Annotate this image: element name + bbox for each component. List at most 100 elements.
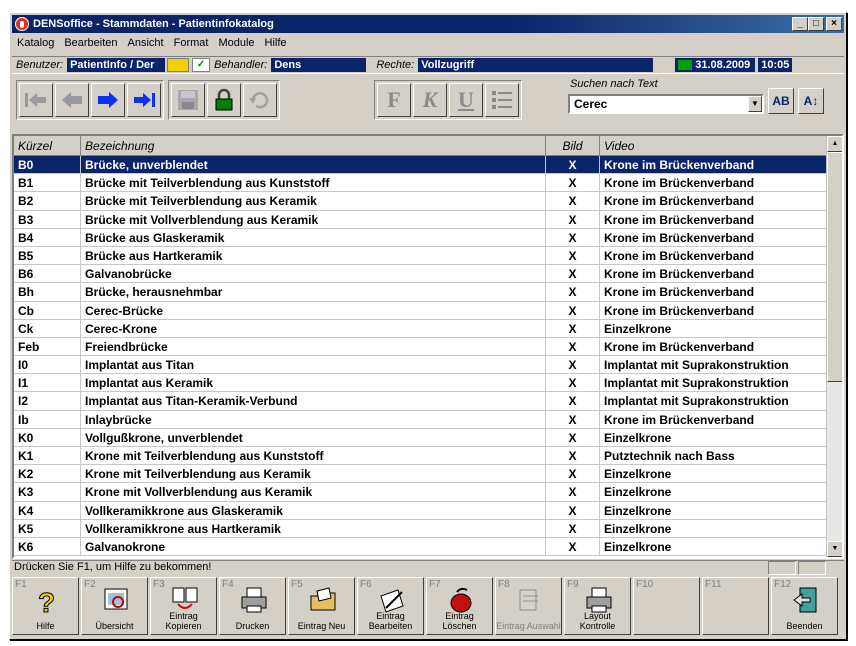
- fkey-f4[interactable]: F4 Drucken: [219, 577, 286, 635]
- cell-video: Einzelkrone: [600, 483, 830, 501]
- cell-bezeichnung: Krone mit Teilverblendung aus Keramik: [81, 465, 546, 483]
- list-button[interactable]: [485, 83, 519, 117]
- table-row[interactable]: Ib Inlaybrücke X Krone im Brückenverband: [14, 410, 842, 429]
- table-row[interactable]: K1 Krone mit Teilverblendung aus Kunststo…: [14, 447, 842, 466]
- menu-hilfe[interactable]: Hilfe: [260, 37, 292, 49]
- minimize-button[interactable]: _: [792, 17, 808, 31]
- close-button[interactable]: ×: [826, 17, 842, 31]
- fkey-f2[interactable]: F2 Übersicht: [81, 577, 148, 635]
- column-header-kuerzel[interactable]: Kürzel: [14, 136, 81, 156]
- status-bar: Drücken Sie F1, um Hilfe zu bekommen!: [12, 560, 844, 575]
- checklist-icon[interactable]: ✓: [192, 58, 211, 72]
- table-row[interactable]: Bh Brücke, herausnehmbar X Krone im Brücken…: [14, 283, 842, 302]
- table-row[interactable]: B4 Brücke aus Glaskeramik X Krone im Brücke…: [14, 228, 842, 247]
- fkey-f12[interactable]: F12 Beenden: [771, 577, 838, 635]
- fkey-number: F11: [705, 579, 722, 590]
- title-bar: DENSoffice - Stammdaten - Patientinfokat…: [12, 15, 844, 33]
- menu-katalog[interactable]: Katalog: [12, 37, 59, 49]
- fkey-f10[interactable]: F10: [633, 577, 700, 635]
- cell-kuerzel: Feb: [14, 337, 81, 356]
- format-group: F K U: [374, 80, 522, 120]
- fkey-f1[interactable]: F1? Hilfe: [12, 577, 79, 635]
- search-text-icon: AB: [772, 94, 790, 108]
- search-dropdown-button[interactable]: ▼: [748, 96, 762, 112]
- cell-bezeichnung: Cerec-Krone: [81, 319, 546, 337]
- table-row[interactable]: I2 Implantat aus Titan-Keramik-Verbund X Im…: [14, 392, 842, 411]
- search-input[interactable]: Cerec ▼: [568, 94, 764, 114]
- cell-bezeichnung: Brücke aus Glaskeramik: [81, 228, 546, 246]
- fkey-f3[interactable]: F3 Eintrag Kopieren: [150, 577, 217, 635]
- table-row[interactable]: Feb Freiendbrücke X Krone im Brückenverband: [14, 337, 842, 357]
- fkey-f7[interactable]: F7 Eintrag Löschen: [426, 577, 493, 635]
- next-record-button[interactable]: [91, 83, 125, 117]
- last-record-button[interactable]: [127, 83, 161, 117]
- fkey-f6[interactable]: F6 Eintrag Bearbeiten: [357, 577, 424, 635]
- table-row[interactable]: I1 Implantat aus Keramik X Implantat mit Su…: [14, 374, 842, 393]
- fkey-f8[interactable]: F8 Eintrag Auswahl: [495, 577, 562, 635]
- table-row[interactable]: B5 Brücke aus Hartkeramik X Krone im Brücke…: [14, 246, 842, 266]
- cell-bild: X: [546, 156, 600, 174]
- cell-kuerzel: I0: [14, 356, 81, 374]
- column-header-bild[interactable]: Bild: [546, 136, 600, 156]
- table-row[interactable]: K2 Krone mit Teilverblendung aus Keramik X…: [14, 465, 842, 484]
- fkey-f11[interactable]: F11: [702, 577, 769, 635]
- table-row[interactable]: K5 Vollkeramikkrone aus Hartkeramik X Einze…: [14, 519, 842, 538]
- fkey-f5[interactable]: F5 Eintrag Neu: [288, 577, 355, 635]
- table-row[interactable]: I0 Implantat aus Titan X Implantat mit Supr…: [14, 356, 842, 375]
- sort-button[interactable]: A↕: [798, 88, 824, 114]
- table-row[interactable]: K0 Vollgußkrone, unverblendet X Einzelkrone: [14, 428, 842, 447]
- printer-icon: [240, 586, 268, 614]
- table-row[interactable]: K3 Krone mit Vollverblendung aus Keramik X…: [14, 483, 842, 502]
- cell-video: Einzelkrone: [600, 537, 830, 556]
- cell-kuerzel: B3: [14, 210, 81, 228]
- key-icon[interactable]: [167, 58, 190, 72]
- cell-video: Krone im Brückenverband: [600, 301, 830, 319]
- menu-format[interactable]: Format: [169, 37, 214, 49]
- cell-bezeichnung: Brücke, unverblendet: [81, 156, 546, 174]
- maximize-button[interactable]: □: [808, 17, 824, 31]
- column-header-video[interactable]: Video: [600, 136, 830, 156]
- menu-ansicht[interactable]: Ansicht: [123, 37, 169, 49]
- lock-icon: [215, 88, 233, 111]
- italic-button[interactable]: K: [413, 83, 447, 117]
- search-button[interactable]: AB: [768, 88, 794, 114]
- cell-bild: X: [546, 428, 600, 446]
- fkey-number: F12: [774, 579, 792, 590]
- cell-bezeichnung: Galvanobrücke: [81, 265, 546, 283]
- cell-kuerzel: K6: [14, 537, 81, 556]
- vertical-scrollbar[interactable]: ▲ ▼: [826, 136, 842, 557]
- menu-bar: Katalog Bearbeiten Ansicht Format Module…: [12, 34, 292, 52]
- cell-video: Einzelkrone: [600, 501, 830, 519]
- cell-video: Krone im Brückenverband: [600, 246, 830, 265]
- table-row[interactable]: B6 Galvanobrücke X Krone im Brückenverband: [14, 265, 842, 284]
- cell-bezeichnung: Vollkeramikkrone aus Glaskeramik: [81, 501, 546, 519]
- svg-text:?: ?: [38, 587, 55, 616]
- menu-module[interactable]: Module: [213, 37, 259, 49]
- table-body: B0 Brücke, unverblendet X Krone im Brückenv…: [14, 156, 842, 557]
- cell-bezeichnung: Krone mit Vollverblendung aus Keramik: [81, 483, 546, 501]
- menu-bearbeiten[interactable]: Bearbeiten: [59, 37, 122, 49]
- scroll-up-button[interactable]: ▲: [827, 136, 842, 152]
- scroll-thumb[interactable]: [827, 152, 842, 382]
- table-row[interactable]: B1 Brücke mit Teilverblendung aus Kunstst…: [14, 174, 842, 193]
- table-row[interactable]: Ck Cerec-Krone X Einzelkrone: [14, 319, 842, 338]
- scroll-down-button[interactable]: ▼: [827, 541, 842, 557]
- first-record-button[interactable]: [19, 83, 53, 117]
- table-row[interactable]: K4 Vollkeramikkrone aus Glaskeramik X Einze…: [14, 501, 842, 520]
- table-row[interactable]: Cb Cerec-Brücke X Krone im Brückenverband: [14, 301, 842, 320]
- table-row[interactable]: B3 Brücke mit Vollverblendung aus Keramik…: [14, 210, 842, 229]
- toolbar: F K U Suchen nach Text Cerec ▼ AB A↕: [12, 76, 844, 131]
- help-icon: ?: [33, 586, 61, 619]
- table-row[interactable]: B2 Brücke mit Teilverblendung aus Keramik…: [14, 192, 842, 211]
- save-button[interactable]: [171, 83, 205, 117]
- table-row[interactable]: K6 Galvanokrone X Einzelkrone: [14, 537, 842, 557]
- underline-button[interactable]: U: [449, 83, 483, 117]
- lock-button[interactable]: [207, 83, 241, 117]
- undo-button[interactable]: [243, 83, 277, 117]
- table-row[interactable]: B0 Brücke, unverblendet X Krone im Brückenv…: [14, 156, 842, 175]
- last-icon: [134, 93, 155, 107]
- bold-button[interactable]: F: [377, 83, 411, 117]
- prev-record-button[interactable]: [55, 83, 89, 117]
- fkey-f9[interactable]: F9 Layout Kontrolle: [564, 577, 631, 635]
- column-header-bezeichnung[interactable]: Bezeichnung: [81, 136, 546, 156]
